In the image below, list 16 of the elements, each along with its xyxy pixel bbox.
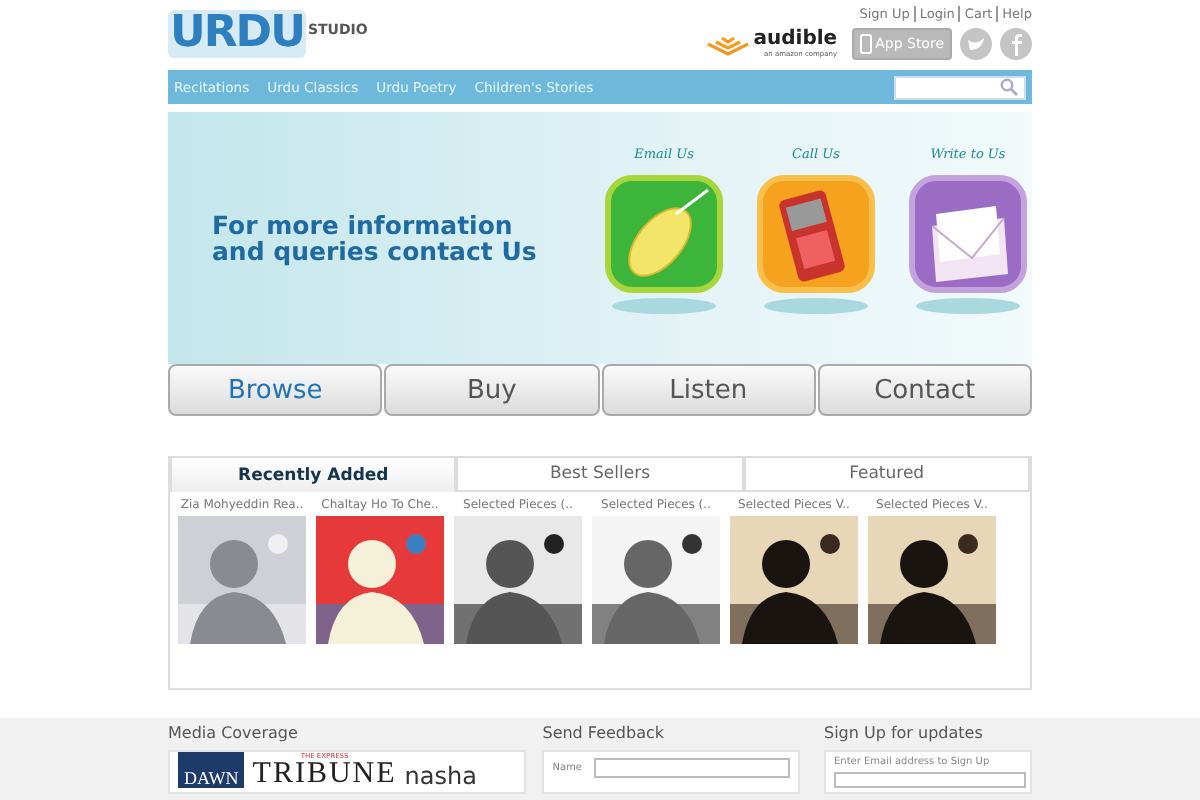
main-tab[interactable]: Buy	[384, 364, 599, 416]
dawn-logo: DAWN	[178, 752, 245, 788]
audible-logo[interactable]: audible	[753, 30, 838, 50]
banner-message: For more information and queries contact Us	[212, 212, 539, 264]
main-tab[interactable]: Browse	[168, 364, 383, 416]
tab[interactable]: Featured	[743, 458, 1030, 492]
logo-text[interactable]: URDU	[168, 10, 306, 58]
tribune-logo: TRIBUNE	[252, 760, 397, 788]
tab[interactable]: Recently Added	[170, 458, 457, 492]
section-title: Send Feedback	[542, 724, 667, 742]
section-title: Sign Up for updates	[824, 724, 985, 742]
main-tab[interactable]: Listen	[601, 364, 816, 416]
tab[interactable]: Best Sellers	[456, 458, 744, 492]
nasha-logo: nasha	[404, 764, 477, 788]
main-tab[interactable]: Contact	[817, 364, 1032, 416]
section-title: Media Coverage	[168, 724, 300, 742]
